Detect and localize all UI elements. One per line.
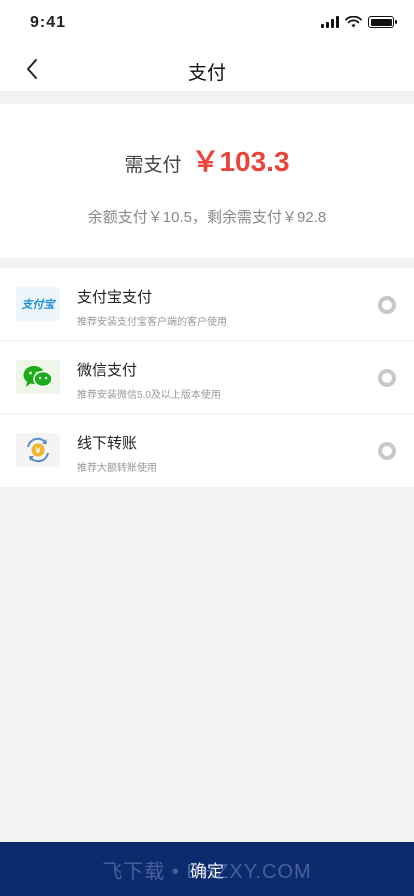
- payment-method-wechat[interactable]: 微信支付 推荐安装微信5.0及以上版本使用: [0, 341, 414, 414]
- method-subtitle: 推荐大额转账使用: [77, 463, 157, 474]
- battery-icon: [368, 16, 397, 28]
- page-title: 支付: [187, 63, 226, 84]
- method-title: 微信支付: [77, 362, 138, 379]
- nav-bar: 支付: [0, 46, 414, 92]
- radio-button[interactable]: [378, 369, 396, 387]
- payment-methods: 支付宝 支付宝支付 推荐安装支付宝客户端的客户使用 微信支付 推荐安装微信5.0…: [0, 268, 414, 487]
- alipay-icon: 支付宝: [16, 287, 60, 321]
- transfer-icon: ￥: [16, 433, 60, 467]
- method-subtitle: 推荐安装支付宝客户端的客户使用: [77, 317, 227, 328]
- method-title: 线下转账: [77, 435, 138, 452]
- status-bar: 9:41: [0, 0, 414, 46]
- method-title: 支付宝支付: [77, 289, 153, 306]
- signal-icon: [321, 16, 339, 28]
- balance-info: 余额支付￥10.5，剩余需支付￥92.8: [87, 209, 327, 226]
- radio-button[interactable]: [378, 442, 396, 460]
- status-icons: [321, 16, 397, 28]
- need-pay-label: 需支付: [124, 155, 182, 176]
- payment-method-offline-transfer[interactable]: ￥ 线下转账 推荐大额转账使用: [0, 414, 414, 487]
- wifi-icon: [345, 16, 362, 28]
- confirm-button[interactable]: 确定: [0, 842, 414, 896]
- pay-amount: ￥103.3: [191, 146, 290, 177]
- payment-method-alipay[interactable]: 支付宝 支付宝支付 推荐安装支付宝客户端的客户使用: [0, 268, 414, 341]
- payment-summary: 需支付 ￥103.3 余额支付￥10.5，剩余需支付￥92.8: [0, 104, 414, 258]
- confirm-label: 确定: [190, 861, 224, 881]
- method-subtitle: 推荐安装微信5.0及以上版本使用: [77, 390, 221, 401]
- status-time: 9:41: [30, 14, 67, 31]
- amount-row: 需支付 ￥103.3: [0, 140, 414, 180]
- radio-button[interactable]: [378, 296, 396, 314]
- wechat-icon: [16, 360, 60, 394]
